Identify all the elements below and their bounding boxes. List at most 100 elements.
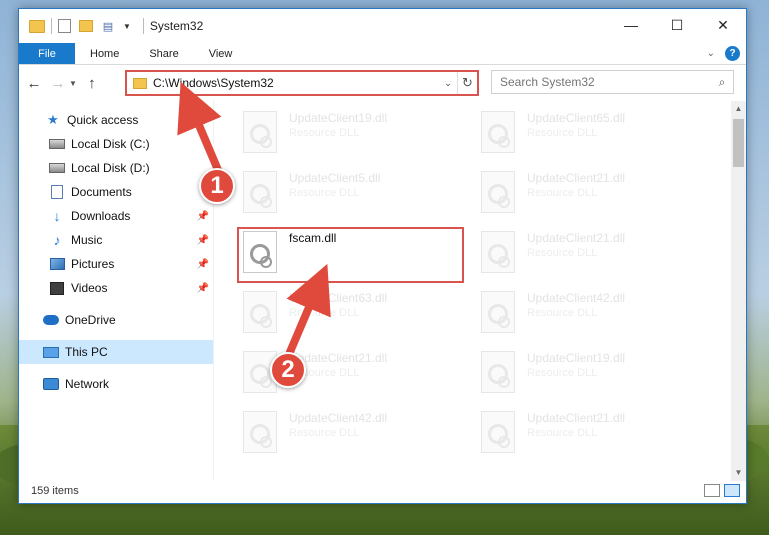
window-controls: — ☐ ✕	[608, 9, 746, 41]
item-count: 159 items	[31, 485, 79, 497]
tab-share[interactable]: Share	[134, 43, 193, 64]
file-item[interactable]: UpdateClient5.dll Resource DLL	[215, 167, 445, 221]
file-type: Resource DLL	[527, 307, 598, 319]
file-name: UpdateClient65.dll	[527, 111, 626, 125]
minimize-button[interactable]: —	[608, 9, 654, 41]
dll-file-icon	[243, 291, 277, 333]
dll-file-icon	[243, 411, 277, 453]
sidebar-item-label: Downloads	[71, 209, 131, 223]
disk-icon	[49, 161, 65, 175]
file-type: Resource DLL	[289, 127, 360, 139]
sidebar-item-label: Documents	[71, 185, 132, 199]
file-name: UpdateClient42.dll	[289, 411, 388, 425]
large-icons-view-icon[interactable]	[724, 484, 740, 497]
file-type: Resource DLL	[527, 367, 598, 379]
pin-icon[interactable]: 📌	[197, 211, 209, 222]
back-button[interactable]: ←	[25, 73, 43, 93]
vertical-scrollbar[interactable]: ▲ ▼	[731, 101, 746, 481]
address-bar[interactable]: C:\Windows\System32 ⌄ ↻	[125, 70, 479, 96]
file-name: UpdateClient21.dll	[527, 231, 626, 245]
separator	[142, 18, 144, 34]
file-item[interactable]: UpdateClient21.dll Resource DLL	[453, 167, 683, 221]
file-item[interactable]: UpdateClient21.dll Resource DLL	[453, 227, 683, 281]
window-title: System32	[149, 19, 204, 33]
sidebar-item-label: Local Disk (D:)	[71, 161, 150, 175]
onedrive-icon	[43, 313, 59, 327]
sidebar-item-downloads[interactable]: ↓ Downloads 📌	[49, 204, 213, 228]
details-view-icon[interactable]	[704, 484, 720, 497]
sidebar-item-this-pc[interactable]: This PC	[19, 340, 213, 364]
sidebar-item-pictures[interactable]: Pictures 📌	[49, 252, 213, 276]
search-box[interactable]: ⌕	[491, 70, 734, 94]
search-icon[interactable]: ⌕	[711, 75, 733, 90]
navigation-pane: ★ Quick access Local Disk (C:) Local Dis…	[19, 101, 214, 481]
pin-icon[interactable]: 📌	[197, 235, 209, 246]
sidebar-item-label: OneDrive	[65, 313, 116, 327]
sidebar-item-quick-access[interactable]: ★ Quick access	[45, 108, 213, 132]
file-item[interactable]: UpdateClient21.dll Resource DLL	[215, 347, 445, 401]
file-item[interactable]: UpdateClient65.dll Resource DLL	[453, 107, 683, 161]
pin-icon[interactable]: 📌	[197, 283, 209, 294]
address-path[interactable]: C:\Windows\System32	[153, 76, 439, 90]
forward-button[interactable]: →	[49, 73, 67, 93]
up-button[interactable]: ↑	[83, 73, 101, 93]
file-type: Resource DLL	[289, 307, 360, 319]
network-icon	[43, 377, 59, 391]
file-type: Resource DLL	[527, 187, 598, 199]
sidebar-item-documents[interactable]: Documents	[49, 180, 213, 204]
new-folder-icon[interactable]	[79, 19, 93, 33]
dll-file-icon	[243, 111, 277, 153]
sidebar-item-local-disk-d[interactable]: Local Disk (D:)	[49, 156, 213, 180]
file-item[interactable]: UpdateClient63.dll Resource DLL	[215, 287, 445, 341]
customize-icon[interactable]: ▤	[101, 19, 115, 33]
download-icon: ↓	[53, 208, 61, 224]
sidebar-item-label: Videos	[71, 281, 108, 295]
file-item[interactable]: UpdateClient19.dll Resource DLL	[453, 347, 683, 401]
file-item[interactable]: UpdateClient19.dll Resource DLL	[215, 107, 445, 161]
file-item[interactable]: UpdateClient42.dll Resource DLL	[215, 407, 445, 461]
file-item[interactable]: UpdateClient42.dll Resource DLL	[453, 287, 683, 341]
sidebar-item-local-disk-c[interactable]: Local Disk (C:)	[49, 132, 213, 156]
recent-locations-icon[interactable]: ▼	[69, 79, 77, 88]
file-name: UpdateClient63.dll	[289, 291, 388, 305]
step-two-badge: 2	[270, 352, 306, 388]
folder-icon	[29, 19, 45, 33]
dll-file-icon	[481, 111, 515, 153]
file-item[interactable]: UpdateClient21.dll Resource DLL	[453, 407, 683, 461]
expand-ribbon-icon[interactable]: ⌄	[707, 48, 715, 59]
chevron-down-icon[interactable]: ▼	[123, 22, 131, 31]
sidebar-item-videos[interactable]: Videos 📌	[49, 276, 213, 300]
title-bar: ▤ ▼ System32 — ☐ ✕	[19, 9, 746, 43]
sidebar-item-music[interactable]: ♪ Music 📌	[49, 228, 213, 252]
properties-check-icon[interactable]	[58, 19, 71, 33]
tab-home[interactable]: Home	[75, 43, 134, 64]
search-input[interactable]	[500, 75, 711, 89]
content-area: ★ Quick access Local Disk (C:) Local Dis…	[19, 101, 746, 481]
refresh-icon[interactable]: ↻	[457, 72, 477, 94]
chevron-down-icon[interactable]: ⌄	[439, 78, 457, 89]
pin-icon[interactable]: 📌	[197, 259, 209, 270]
sidebar-item-label: This PC	[65, 345, 108, 359]
tab-file[interactable]: File	[19, 43, 75, 64]
status-bar: 159 items	[19, 479, 746, 503]
sidebar-item-label: Local Disk (C:)	[71, 137, 150, 151]
tab-view[interactable]: View	[194, 43, 248, 64]
pc-icon	[43, 345, 59, 359]
file-type: Resource DLL	[289, 187, 360, 199]
sidebar-item-label: Music	[71, 233, 103, 247]
sidebar-item-onedrive[interactable]: OneDrive	[43, 308, 213, 332]
sidebar-item-label: Network	[65, 377, 110, 391]
maximize-button[interactable]: ☐	[654, 9, 700, 41]
dll-file-icon	[481, 231, 515, 273]
file-type: Resource DLL	[527, 247, 598, 259]
address-row: ← → ▼ ↑ C:\Windows\System32 ⌄ ↻ ⌕	[19, 65, 746, 101]
scroll-thumb[interactable]	[733, 119, 744, 167]
help-icon[interactable]: ?	[725, 46, 740, 61]
sidebar-item-network[interactable]: Network	[43, 372, 213, 396]
folder-icon	[133, 77, 147, 89]
star-icon: ★	[47, 112, 59, 127]
scroll-up-icon[interactable]: ▲	[731, 101, 746, 117]
dll-file-icon	[481, 171, 515, 213]
close-button[interactable]: ✕	[700, 9, 746, 41]
file-highlight-box	[237, 227, 464, 283]
